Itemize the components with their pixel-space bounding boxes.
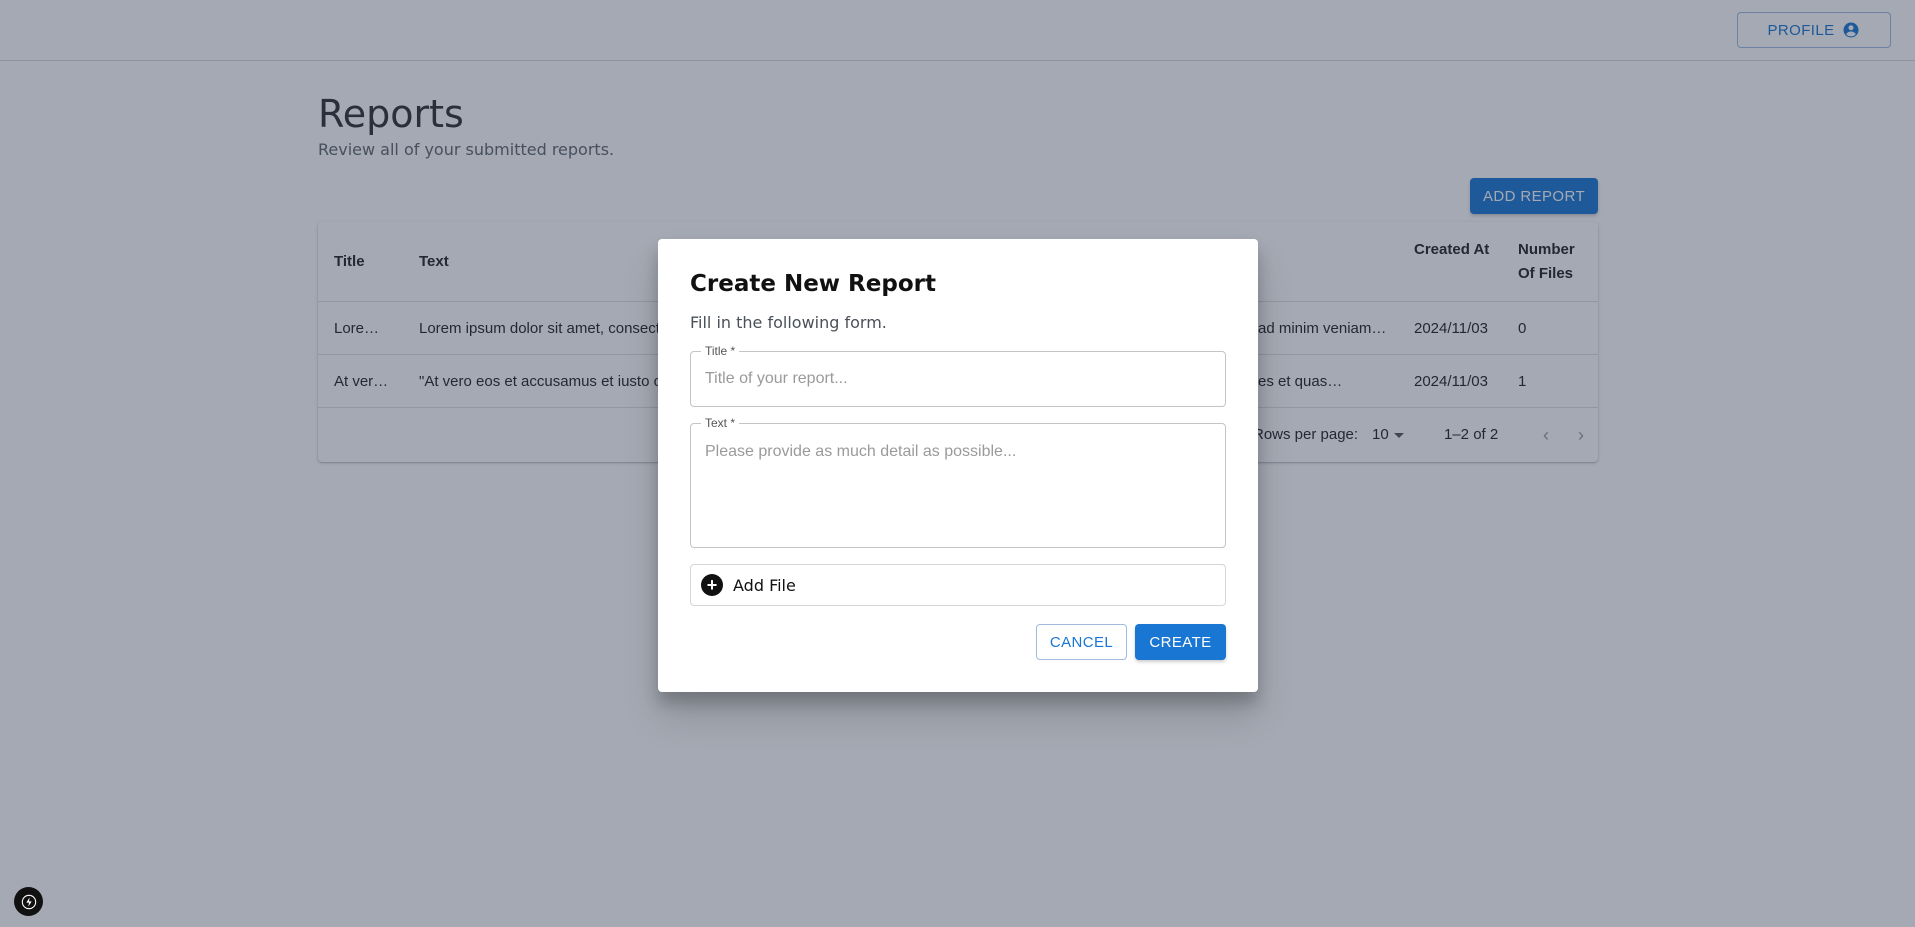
dialog-title: Create New Report [690, 271, 936, 297]
add-circle-icon: + [701, 574, 723, 596]
text-field-label: Text * [701, 415, 740, 431]
title-field: Title * [690, 343, 1226, 407]
text-input[interactable] [705, 442, 1210, 538]
add-file-label: Add File [733, 575, 796, 595]
dialog-subtitle: Fill in the following form. [690, 313, 887, 332]
cancel-button[interactable]: CANCEL [1036, 624, 1127, 660]
create-button[interactable]: CREATE [1135, 624, 1226, 660]
title-input[interactable] [705, 352, 1210, 406]
text-field: Text * [690, 415, 1226, 548]
create-report-dialog: Create New Report Fill in the following … [658, 239, 1258, 692]
lightning-bolt-icon[interactable] [14, 887, 43, 916]
add-file-button[interactable]: + Add File [690, 564, 1226, 606]
